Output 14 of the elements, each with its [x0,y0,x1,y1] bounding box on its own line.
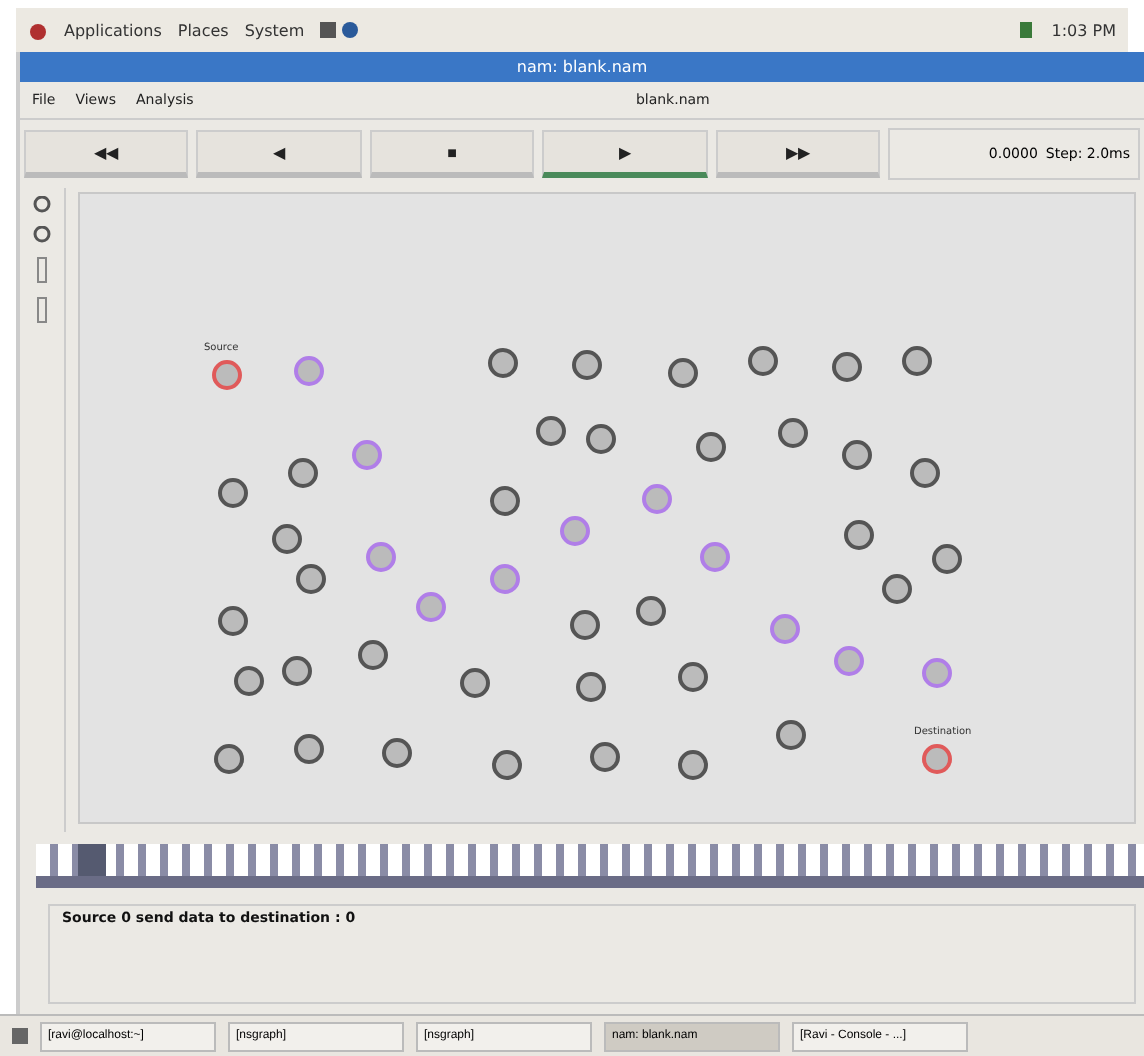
tool-icon[interactable] [36,256,48,284]
transport-button[interactable]: ▶ [542,130,708,178]
panel-menu[interactable]: Applications [64,21,162,39]
panel-menu[interactable]: System [244,21,305,39]
tool-icon[interactable] [36,296,48,324]
transport-button[interactable]: ▶▶ [715,130,881,178]
transport-button[interactable]: ◀ [196,130,362,178]
clock: 1:03 PM [1051,21,1116,39]
timeline-thumb[interactable] [77,844,106,876]
transport-button[interactable]: ◀◀ [24,130,189,178]
window-title: nam: blank.nam [20,52,1144,82]
launcher-icon[interactable] [320,20,361,40]
transport-button[interactable]: ■ [369,130,535,178]
panel-menu[interactable]: Places [177,21,229,39]
